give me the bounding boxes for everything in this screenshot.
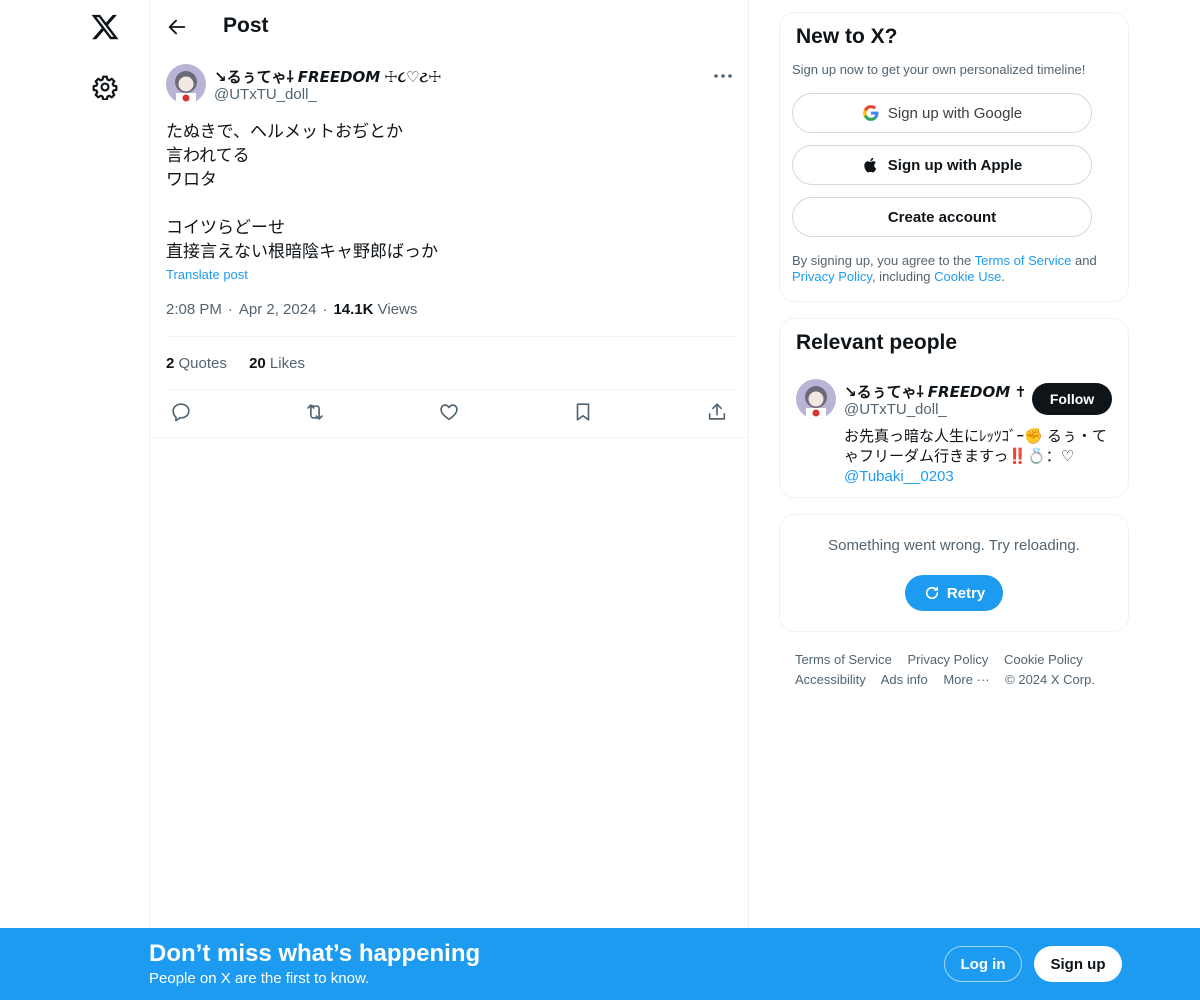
footer-privacy-link[interactable]: Privacy Policy	[907, 652, 988, 667]
person-bio: お先真っ暗な人生にﾚｯﾂｺﾞｰ✊ るぅ・てゃフリーダム行きますっ‼️💍：♡ @T…	[844, 427, 1114, 487]
post-actions	[166, 401, 734, 425]
author-handle[interactable]: @UTxTU_doll_	[214, 86, 317, 103]
footer-cookie-link[interactable]: Cookie Policy	[1004, 652, 1083, 667]
more-options-icon[interactable]	[712, 66, 734, 86]
post-text: たぬきで、ヘルメットおぢとか 言われてる ワロタ コイツらどーせ 直接言えない根…	[166, 122, 438, 261]
likes-label: Likes	[269, 355, 305, 372]
signup-apple-button[interactable]: Sign up with Apple	[792, 145, 1092, 185]
post-date[interactable]: Apr 2, 2024	[239, 301, 317, 318]
footer-accessibility-link[interactable]: Accessibility	[795, 672, 866, 687]
banner-subtitle: People on X are the first to know.	[149, 970, 370, 987]
legal-including: , including	[871, 269, 935, 284]
error-card: Something went wrong. Try reloading. Ret…	[779, 514, 1129, 632]
login-button[interactable]: Log in	[944, 946, 1022, 982]
like-icon[interactable]	[438, 401, 460, 423]
signup-google-label: Sign up with Google	[887, 104, 1023, 122]
relevant-people-card: Relevant people ⁠↘⁠⁠るぅてゃ⸸ 𝙁𝙍𝙀𝙀𝘿𝙊𝙈 ✝ @UTx…	[779, 318, 1129, 498]
x-logo-icon[interactable]	[90, 12, 120, 42]
signup-legal-text: By signing up, you agree to the Terms of…	[792, 253, 1122, 285]
footer-links: Terms of Service Privacy Policy Cookie P…	[795, 650, 1115, 690]
views-count: 14.1K	[333, 301, 374, 318]
quotes-count: 2	[166, 355, 175, 372]
retry-button[interactable]: Retry	[905, 575, 1003, 611]
divider	[150, 437, 748, 438]
person-name[interactable]: ⁠↘⁠⁠るぅてゃ⸸ 𝙁𝙍𝙀𝙀𝘿𝙊𝙈 ✝	[844, 381, 1024, 402]
views-label: Views	[377, 301, 418, 318]
likes-stat[interactable]: 20 Likes	[249, 355, 305, 372]
google-icon	[862, 105, 879, 121]
signup-card: New to X? Sign up now to get your own pe…	[779, 12, 1129, 302]
person-handle[interactable]: @UTxTU_doll_	[844, 401, 947, 418]
signup-card-subtitle: Sign up now to get your own personalized…	[792, 62, 1086, 77]
legal-prefix: By signing up, you agree to the	[792, 253, 975, 268]
post-stats: 2 Quotes 20 Likes	[166, 355, 323, 372]
divider	[166, 336, 734, 337]
apple-icon	[864, 157, 876, 173]
legal-and: and	[1071, 253, 1097, 268]
quotes-stat[interactable]: 2 Quotes	[166, 355, 227, 372]
divider	[166, 389, 734, 390]
retry-label: Retry	[946, 584, 986, 602]
gear-icon[interactable]	[92, 74, 118, 100]
privacy-link[interactable]: Privacy Policy	[792, 269, 872, 284]
signup-apple-label: Sign up with Apple	[887, 156, 1023, 174]
footer-terms-link[interactable]: Terms of Service	[795, 652, 892, 667]
banner-title: Don’t miss what’s happening	[149, 940, 481, 967]
person-bio-text: お先真っ暗な人生にﾚｯﾂｺﾞｰ✊ るぅ・てゃフリーダム行きますっ‼️💍：♡	[844, 428, 1107, 465]
cookie-use-link[interactable]: Cookie Use	[934, 269, 1001, 284]
author-name[interactable]: ⁠↘⁠⁠るぅてゃ⸸ 𝙁𝙍𝙀𝙀𝘿𝙊𝙈 ☩૮♡ટ☩	[214, 66, 442, 87]
refresh-icon	[925, 586, 938, 600]
person-bio-mention-link[interactable]: @Tubaki__0203	[844, 468, 954, 485]
main-column: Post ⁠↘⁠⁠るぅてゃ⸸ 𝙁𝙍𝙀𝙀𝘿𝙊𝙈 ☩૮♡ટ☩ @UTxTU_doll…	[149, 0, 749, 928]
signup-google-button[interactable]: Sign up with Google	[792, 93, 1092, 133]
create-account-button[interactable]: Create account	[792, 197, 1092, 237]
post-header: Post	[150, 0, 748, 54]
repost-icon[interactable]	[304, 401, 326, 423]
page-title: Post	[223, 14, 269, 37]
translate-post-link[interactable]: Translate post	[166, 267, 248, 282]
signup-card-title: New to X?	[796, 25, 898, 48]
likes-count: 20	[249, 355, 266, 372]
legal-end: .	[1001, 269, 1005, 284]
avatar[interactable]	[796, 379, 836, 419]
reply-icon[interactable]	[170, 401, 192, 423]
signup-button[interactable]: Sign up	[1034, 946, 1122, 982]
bookmark-icon[interactable]	[572, 401, 594, 423]
follow-button[interactable]: Follow	[1032, 383, 1112, 415]
left-rail	[0, 0, 150, 1000]
error-message: Something went wrong. Try reloading.	[828, 537, 1080, 554]
share-icon[interactable]	[706, 401, 728, 423]
post-meta: 2:08 PM · Apr 2, 2024 · 14.1K Views	[166, 301, 418, 318]
signup-banner: Don’t miss what’s happening People on X …	[0, 928, 1200, 1000]
avatar[interactable]	[166, 64, 206, 104]
relevant-people-title: Relevant people	[796, 331, 958, 354]
footer-copyright: © 2024 X Corp.	[1005, 672, 1095, 687]
back-arrow-icon[interactable]	[166, 16, 188, 38]
post-time[interactable]: 2:08 PM	[166, 301, 222, 318]
quotes-label: Quotes	[178, 355, 227, 372]
footer-ads-link[interactable]: Ads info	[881, 672, 928, 687]
footer-more-link[interactable]: More ···	[943, 672, 989, 687]
terms-link[interactable]: Terms of Service	[975, 253, 1072, 268]
